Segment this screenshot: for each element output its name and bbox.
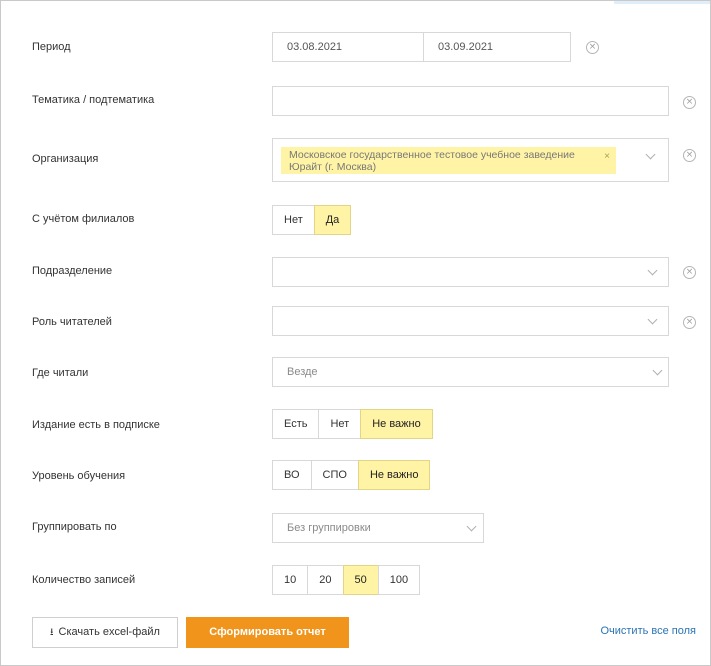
report-filter-panel: Период 03.08.2021 03.09.2021 × Тематика … <box>0 0 711 666</box>
department-clear-icon[interactable]: × <box>683 266 696 279</box>
organization-tag: Московское государственное тестовое учеб… <box>281 147 616 174</box>
where-read-select[interactable]: Везде <box>272 357 669 387</box>
records-option-20[interactable]: 20 <box>307 565 344 595</box>
branches-toggle: Нет Да <box>272 205 352 235</box>
clear-all-fields-link[interactable]: Очистить все поля <box>600 625 696 637</box>
topic-input[interactable] <box>272 86 669 116</box>
chevron-down-icon[interactable] <box>647 314 658 325</box>
period-label: Период <box>32 41 71 53</box>
branches-label: С учётом филиалов <box>32 213 135 225</box>
period-clear-icon[interactable]: × <box>586 41 599 54</box>
download-button-label: Скачать excel-файл <box>58 626 160 638</box>
topic-label: Тематика / подтематика <box>32 94 155 106</box>
subscription-option-yes[interactable]: Есть <box>272 409 320 439</box>
subscription-option-any[interactable]: Не важно <box>360 409 433 439</box>
reader-role-select[interactable] <box>272 306 669 336</box>
education-option-spo[interactable]: СПО <box>310 460 359 490</box>
records-count-toggle: 10 20 50 100 <box>272 565 421 595</box>
date-to-input[interactable]: 03.09.2021 <box>423 32 571 62</box>
education-level-label: Уровень обучения <box>32 470 126 482</box>
top-accent-line <box>614 1 710 4</box>
chevron-down-icon[interactable] <box>645 149 656 160</box>
department-select[interactable] <box>272 257 669 287</box>
chevron-down-icon[interactable] <box>652 365 663 376</box>
download-excel-button[interactable]: ⭳ Скачать excel-файл <box>32 617 178 648</box>
chevron-down-icon[interactable] <box>647 265 658 276</box>
education-option-vo[interactable]: ВО <box>272 460 312 490</box>
group-by-select[interactable]: Без группировки <box>272 513 484 543</box>
organization-tag-text: Московское государственное тестовое учеб… <box>289 149 575 173</box>
date-from-input[interactable]: 03.08.2021 <box>272 32 424 62</box>
where-read-value: Везде <box>287 366 318 378</box>
where-read-label: Где читали <box>32 367 89 379</box>
organization-label: Организация <box>32 153 99 165</box>
reader-role-clear-icon[interactable]: × <box>683 316 696 329</box>
subscription-label: Издание есть в подписке <box>32 419 160 431</box>
chevron-down-icon[interactable] <box>466 521 477 532</box>
group-by-value: Без группировки <box>287 522 371 534</box>
branches-option-yes[interactable]: Да <box>313 205 352 235</box>
education-level-toggle: ВО СПО Не важно <box>272 460 431 490</box>
records-option-10[interactable]: 10 <box>272 565 309 595</box>
records-option-50[interactable]: 50 <box>342 565 379 595</box>
group-by-label: Группировать по <box>32 521 117 533</box>
organization-select[interactable]: Московское государственное тестовое учеб… <box>272 138 669 182</box>
branches-option-no[interactable]: Нет <box>272 205 315 235</box>
reader-role-label: Роль читателей <box>32 316 112 328</box>
generate-report-button[interactable]: Сформировать отчет <box>186 617 349 648</box>
records-option-100[interactable]: 100 <box>377 565 421 595</box>
education-option-any[interactable]: Не важно <box>357 460 431 490</box>
download-icon: ⭳ <box>50 627 54 638</box>
department-label: Подразделение <box>32 265 113 277</box>
subscription-toggle: Есть Нет Не важно <box>272 409 433 439</box>
records-count-label: Количество записей <box>32 574 136 586</box>
organization-clear-icon[interactable]: × <box>683 149 696 162</box>
topic-clear-icon[interactable]: × <box>683 96 696 109</box>
subscription-option-no[interactable]: Нет <box>318 409 362 439</box>
tag-remove-icon[interactable]: × <box>604 151 610 163</box>
